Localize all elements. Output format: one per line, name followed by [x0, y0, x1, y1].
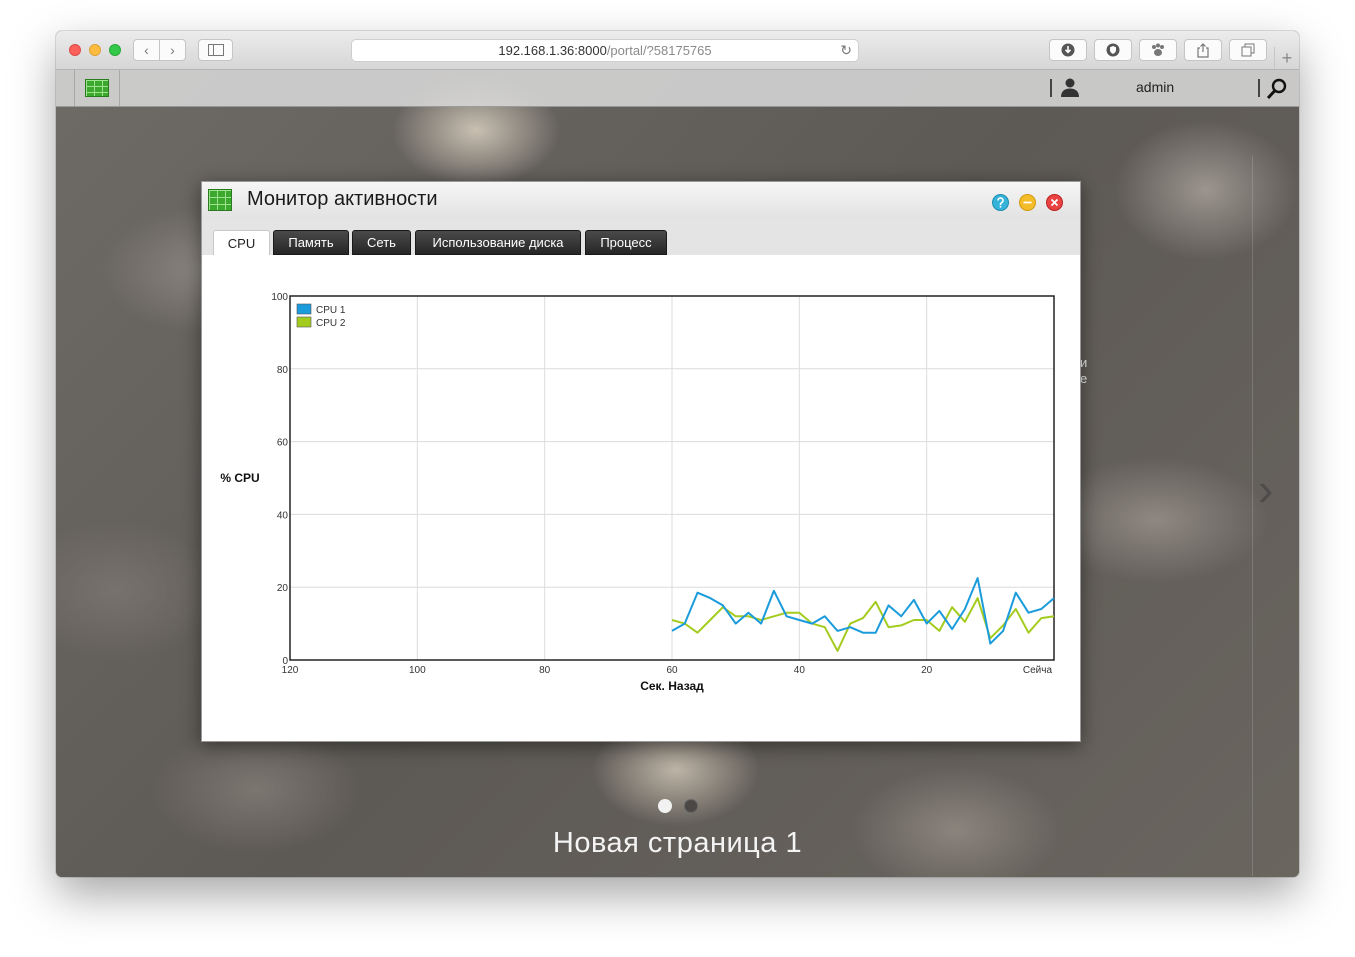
search-icon[interactable] — [1266, 78, 1288, 100]
portal-desktop: admin и е › Новая страница 1 Монитор акт… — [56, 70, 1299, 877]
tabs-overview-button[interactable] — [1229, 39, 1267, 61]
legend-swatch-cpu-2 — [296, 316, 312, 328]
minimize-button[interactable] — [1019, 194, 1036, 211]
activity-monitor-icon — [208, 189, 232, 211]
y-tick-label: 60 — [277, 438, 289, 449]
chevron-right-icon: › — [170, 42, 175, 58]
tabs-icon — [1241, 43, 1255, 57]
activity-monitor-icon — [85, 79, 109, 97]
legend-label-cpu-2: CPU 2 — [316, 318, 346, 329]
username-label[interactable]: admin — [1136, 79, 1174, 95]
help-button[interactable] — [992, 194, 1009, 211]
x-tick-label: 120 — [282, 665, 299, 676]
close-window-button[interactable] — [69, 44, 81, 56]
help-icon — [997, 197, 1004, 208]
x-tick-label: 100 — [409, 665, 426, 676]
tab-network[interactable]: Сеть — [352, 230, 411, 255]
page-dot-2[interactable] — [684, 799, 698, 813]
share-button[interactable] — [1184, 39, 1222, 61]
x-tick-label: 60 — [666, 665, 678, 676]
hidden-widget-line: е — [1080, 371, 1088, 386]
y-tick-label: 20 — [277, 583, 289, 594]
tab-memory[interactable]: Память — [273, 230, 349, 255]
activity-monitor-taskbar-button[interactable] — [75, 70, 120, 106]
tab-cpu[interactable]: CPU — [213, 230, 270, 255]
user-icon[interactable] — [1060, 77, 1080, 97]
minimize-window-button[interactable] — [89, 44, 101, 56]
page-indicator — [658, 799, 698, 813]
legend-label-cpu-1: CPU 1 — [316, 305, 346, 316]
chevron-left-icon: ‹ — [144, 42, 149, 58]
extension-button[interactable] — [1094, 39, 1132, 61]
browser-toolbar: ‹ › 192.168.1.36:8000/portal/?58175765 ↻… — [56, 31, 1299, 70]
new-tab-button[interactable]: + — [1274, 47, 1299, 69]
x-tick-label: Сейча — [1023, 665, 1053, 676]
close-button[interactable] — [1046, 194, 1063, 211]
browser-window: ‹ › 192.168.1.36:8000/portal/?58175765 ↻… — [56, 31, 1299, 877]
address-path: /portal/?58175765 — [606, 43, 712, 58]
downloads-button[interactable] — [1049, 39, 1087, 61]
paw-extension-button[interactable] — [1139, 39, 1177, 61]
sidebar-icon — [207, 44, 224, 56]
paw-icon — [1152, 43, 1164, 56]
forward-button[interactable]: › — [159, 39, 186, 61]
cpu-line-chart: 020406080100120 100 80 60 40 20 СейчаСек. Наза… — [220, 292, 1055, 693]
hidden-widget-text: и е — [1080, 355, 1087, 387]
address-host: 192.168.1.36:8000 — [498, 43, 607, 58]
portal-taskbar: admin — [56, 70, 1299, 107]
close-icon — [1050, 198, 1059, 207]
reload-icon[interactable]: ↻ — [840, 42, 852, 59]
activity-monitor-header[interactable]: Монитор активности — [202, 182, 1080, 220]
desktop-page-title: Новая страница 1 — [552, 827, 803, 859]
legend-swatch-cpu-1 — [296, 303, 312, 315]
taskbar-menu-handle[interactable] — [56, 70, 75, 106]
tab-bar: CPU Память Сеть Использование диска Проц… — [202, 219, 1080, 255]
sidebar-toggle-button[interactable] — [198, 39, 233, 61]
zoom-window-button[interactable] — [109, 44, 121, 56]
x-tick-label: 80 — [539, 665, 551, 676]
series-line-cpu-2 — [671, 597, 1055, 652]
address-bar[interactable]: 192.168.1.36:8000/portal/?58175765 ↻ — [351, 39, 859, 62]
y-tick-label: 40 — [277, 510, 289, 521]
hidden-widget-line: и — [1080, 355, 1088, 370]
next-page-arrow-icon[interactable]: › — [1258, 462, 1273, 516]
cpu-chart-area: 0 20 40 60 80 100 120 100 80 60 40 20 Сейча Сек. Наза… — [202, 255, 1080, 741]
plus-icon: + — [1281, 47, 1293, 68]
share-icon — [1197, 42, 1209, 58]
tab-disk-usage[interactable]: Использование диска — [415, 230, 581, 255]
y-tick-label: 100 — [271, 292, 288, 303]
x-axis-label: Сек. Назад — [640, 679, 704, 693]
back-button[interactable]: ‹ — [133, 39, 160, 61]
download-icon — [1061, 43, 1075, 57]
taskbar-divider — [1258, 79, 1260, 97]
shield-icon — [1106, 43, 1120, 57]
y-tick-label: 80 — [277, 365, 289, 376]
activity-monitor-window: Монитор активности CPU Память Сеть Испол… — [201, 181, 1081, 742]
x-tick-label: 20 — [921, 665, 933, 676]
window-title: Монитор активности — [247, 188, 438, 210]
x-tick-label: 40 — [794, 665, 806, 676]
taskbar-divider — [1050, 79, 1052, 97]
side-panel-edge — [1252, 156, 1253, 876]
page-dot-1[interactable] — [658, 799, 672, 813]
tab-process[interactable]: Процесс — [585, 230, 667, 255]
minus-icon — [1023, 201, 1032, 204]
y-axis-label: % CPU — [220, 471, 259, 485]
